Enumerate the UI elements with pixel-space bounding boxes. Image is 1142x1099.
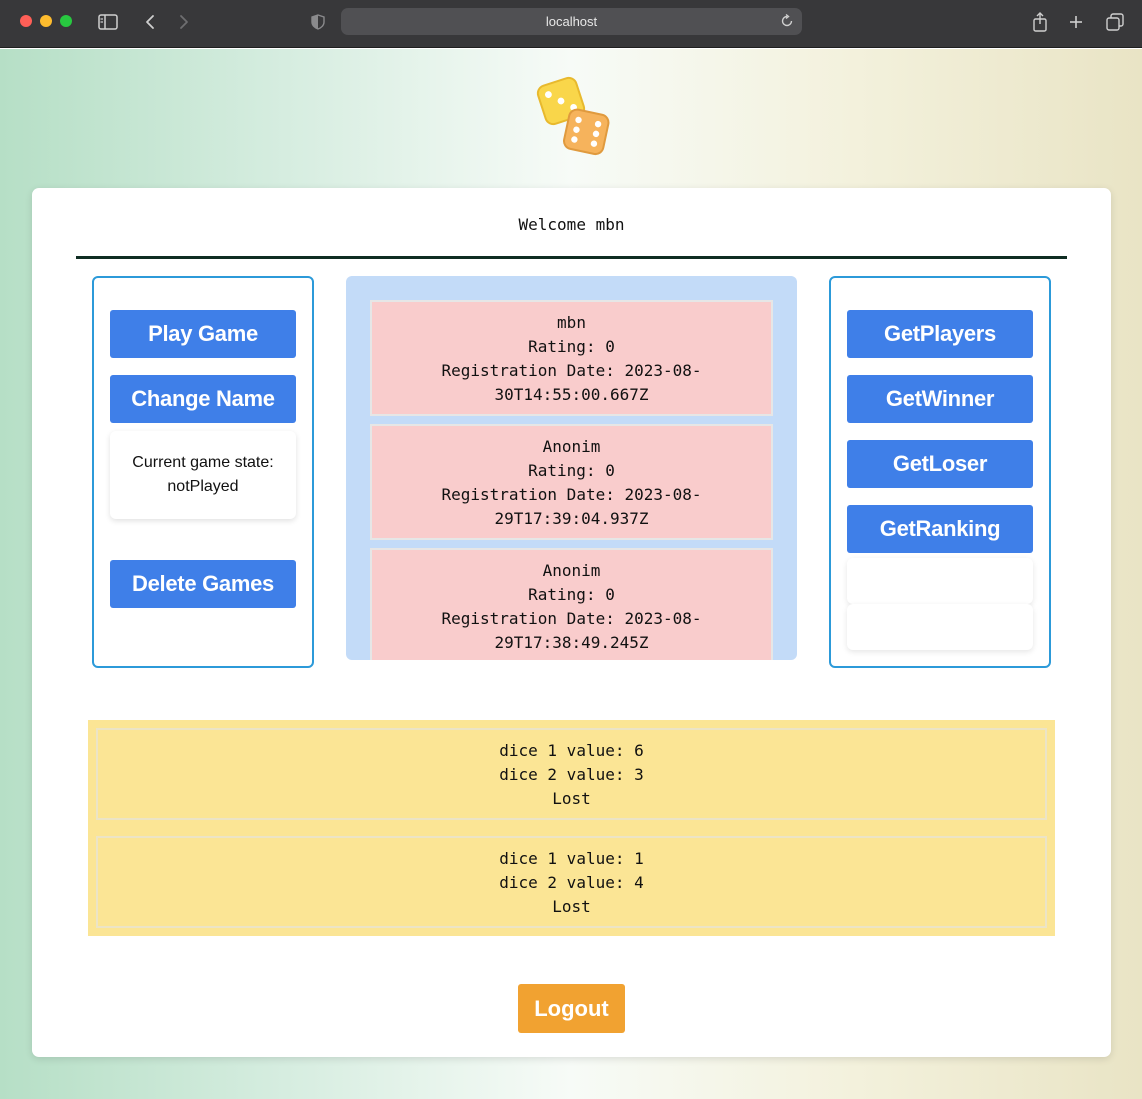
game-state-box: Current game state: notPlayed	[110, 431, 296, 519]
dice-2-value: dice 2 value: 3	[499, 765, 644, 784]
player-registration-date: Registration Date: 2023-08-	[441, 361, 702, 380]
player-registration-date-cont: 29T17:38:49.245Z	[494, 633, 649, 652]
dice-2-value: dice 2 value: 4	[499, 873, 644, 892]
main-card: Welcome mbn Play Game Change Name Curren…	[32, 188, 1111, 1057]
dice-1-value: dice 1 value: 6	[499, 741, 644, 760]
get-players-button[interactable]: GetPlayers	[847, 310, 1033, 358]
player-name: Anonim	[542, 437, 601, 456]
tabs-overview-icon[interactable]	[1104, 10, 1126, 34]
stats-panel: GetPlayers GetWinner GetLoser GetRanking	[829, 276, 1051, 668]
player-rating: Rating: 0	[528, 337, 615, 356]
divider	[76, 256, 1067, 259]
play-game-button[interactable]: Play Game	[110, 310, 296, 358]
close-window-button[interactable]	[20, 15, 32, 27]
share-icon[interactable]	[1030, 10, 1050, 34]
page-viewport: Welcome mbn Play Game Change Name Curren…	[0, 49, 1142, 1099]
sidebar-toggle-icon[interactable]	[96, 10, 120, 34]
player-registration-date-cont: 29T17:39:04.937Z	[494, 509, 649, 528]
address-text: localhost	[545, 14, 598, 29]
minimize-window-button[interactable]	[40, 15, 52, 27]
player-name: Anonim	[542, 561, 601, 580]
player-registration-date-cont: 30T14:55:00.667Z	[494, 385, 649, 404]
player-card: Anonim Rating: 0 Registration Date: 2023…	[370, 424, 773, 540]
game-outcome: Lost	[552, 789, 591, 808]
game-result-card: dice 1 value: 1 dice 2 value: 4 Lost	[96, 836, 1047, 928]
game-state-text: Current game state: notPlayed	[132, 454, 274, 495]
zoom-window-button[interactable]	[60, 15, 72, 27]
plus-icon[interactable]	[1066, 10, 1086, 34]
player-rating: Rating: 0	[528, 461, 615, 480]
delete-games-button[interactable]: Delete Games	[110, 560, 296, 608]
game-outcome: Lost	[552, 897, 591, 916]
address-bar[interactable]: localhost	[341, 8, 802, 35]
game-actions-panel: Play Game Change Name Current game state…	[92, 276, 314, 668]
chevron-right-icon[interactable]	[174, 10, 194, 34]
reload-icon[interactable]	[780, 13, 794, 32]
change-name-button[interactable]: Change Name	[110, 375, 296, 423]
logout-button[interactable]: Logout	[518, 984, 625, 1033]
dice-1-value: dice 1 value: 1	[499, 849, 644, 868]
get-ranking-button[interactable]: GetRanking	[847, 505, 1033, 553]
get-winner-button[interactable]: GetWinner	[847, 375, 1033, 423]
player-card: mbn Rating: 0 Registration Date: 2023-08…	[370, 300, 773, 416]
player-rating: Rating: 0	[528, 585, 615, 604]
players-list[interactable]: mbn Rating: 0 Registration Date: 2023-08…	[346, 276, 797, 660]
player-registration-date: Registration Date: 2023-08-	[441, 485, 702, 504]
player-registration-date: Registration Date: 2023-08-	[441, 609, 702, 628]
get-loser-button[interactable]: GetLoser	[847, 440, 1033, 488]
winner-result-box	[847, 558, 1033, 604]
browser-toolbar: localhost	[0, 0, 1142, 48]
dice-icon	[531, 73, 615, 159]
welcome-message: Welcome mbn	[518, 215, 625, 234]
loser-result-box	[847, 604, 1033, 650]
game-result-card: dice 1 value: 6 dice 2 value: 3 Lost	[96, 728, 1047, 820]
chevron-left-icon[interactable]	[140, 10, 160, 34]
player-card: Anonim Rating: 0 Registration Date: 2023…	[370, 548, 773, 660]
shield-icon[interactable]	[309, 10, 327, 34]
games-list: dice 1 value: 6 dice 2 value: 3 Lost dic…	[88, 720, 1055, 936]
player-name: mbn	[557, 313, 586, 332]
